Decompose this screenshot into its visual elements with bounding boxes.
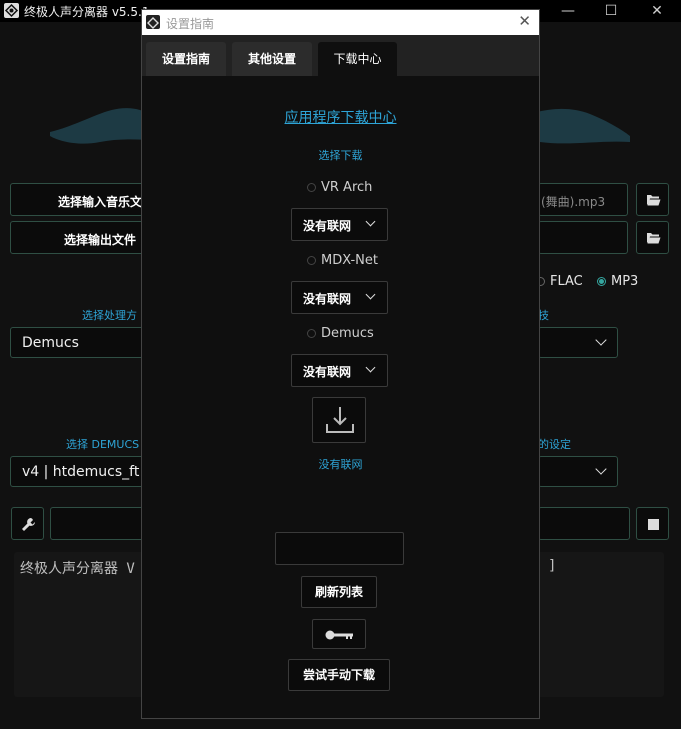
demucs-model-value: v4 | htdemucs_ft (22, 464, 140, 480)
model-demucs-label: Demucs (321, 326, 374, 341)
right-option-select[interactable] (538, 327, 618, 358)
input-path-field[interactable]: (舞曲).mp3 (538, 183, 628, 216)
right-settings-select[interactable] (538, 456, 618, 487)
settings-dialog: 设置指南 ✕ 设置指南 其他设置 下载中心 应用程序下载中心 选择下载 VR A… (141, 9, 540, 719)
model-demucs-radio[interactable]: Demucs (307, 326, 374, 341)
format-mp3-radio[interactable]: MP3 (597, 274, 638, 289)
stop-button[interactable] (636, 507, 669, 540)
select-input-label: 选择输入音乐文 (58, 195, 143, 209)
settings-wrench-button[interactable] (11, 507, 44, 540)
console-bracket: ] (549, 558, 555, 574)
dialog-app-icon (146, 15, 160, 29)
download-center-heading[interactable]: 应用程序下载中心 (142, 107, 539, 127)
wrench-icon (22, 518, 35, 531)
dialog-title: 设置指南 (166, 17, 215, 31)
manual-download-button[interactable]: 尝试手动下载 (288, 659, 390, 691)
select-download-label: 选择下载 (318, 149, 363, 162)
tab-setup-guide[interactable]: 设置指南 (146, 42, 226, 76)
dialog-tabbar: 设置指南 其他设置 下载中心 (142, 35, 539, 76)
select-output-button[interactable]: 选择输出文件 (10, 221, 145, 254)
radio-icon (307, 329, 316, 338)
download-button[interactable] (312, 397, 366, 443)
format-flac-radio[interactable]: FLAC (536, 274, 583, 289)
chevron-down-icon (595, 334, 607, 346)
input-folder-button[interactable] (636, 183, 669, 216)
demucs-model-label: 选择 DEMUCS (66, 438, 140, 451)
progress-field-left (50, 507, 145, 540)
app-logo-icon (4, 3, 19, 18)
output-path-field[interactable] (538, 221, 628, 254)
model-mdx-net-label: MDX-Net (321, 253, 378, 268)
process-method-select[interactable]: Demucs (10, 327, 145, 358)
demucs-model-select[interactable]: v4 | htdemucs_ft (10, 456, 145, 487)
model-vr-arch-label: VR Arch (321, 180, 373, 195)
mdx-net-status: 没有联网 (303, 292, 352, 306)
main-window-title: 终极人声分离器 v5.5.1 (24, 5, 150, 19)
radio-icon (307, 256, 316, 265)
tab-other-settings[interactable]: 其他设置 (232, 42, 312, 76)
vr-arch-status: 没有联网 (303, 219, 352, 233)
minimize-button[interactable]: — (545, 0, 591, 22)
radio-selected-icon (597, 277, 606, 286)
chevron-down-icon (365, 289, 376, 300)
input-path-text: (舞曲).mp3 (541, 195, 606, 209)
dialog-titlebar: 设置指南 ✕ (142, 10, 539, 35)
vr-arch-model-select[interactable]: 没有联网 (291, 208, 388, 241)
refresh-list-button[interactable]: 刷新列表 (301, 576, 377, 608)
stop-icon (648, 519, 659, 530)
key-icon (325, 630, 353, 640)
format-mp3-label: MP3 (611, 274, 639, 289)
tab-download-center[interactable]: 下载中心 (318, 42, 397, 76)
console-text: 终极人声分离器 V (20, 561, 135, 577)
maximize-button[interactable]: ☐ (588, 0, 634, 22)
chevron-down-icon (365, 216, 376, 227)
chevron-down-icon (595, 463, 607, 475)
key-button[interactable] (312, 619, 366, 649)
progress-field-right (538, 507, 630, 540)
close-button[interactable]: ✕ (634, 0, 680, 22)
download-code-input[interactable] (275, 532, 404, 565)
model-mdx-net-radio[interactable]: MDX-Net (307, 253, 378, 268)
radio-icon (307, 183, 316, 192)
select-output-label: 选择输出文件 (64, 233, 137, 247)
mdx-net-model-select[interactable]: 没有联网 (291, 281, 388, 314)
download-icon (326, 407, 354, 433)
format-flac-label: FLAC (550, 274, 583, 289)
download-status-label: 没有联网 (318, 458, 363, 471)
folder-open-icon (647, 233, 661, 244)
folder-open-icon (647, 195, 661, 206)
right-settings-label: 的设定 (538, 438, 571, 451)
select-input-button[interactable]: 选择输入音乐文 (10, 183, 145, 216)
process-method-value: Demucs (22, 335, 79, 351)
dialog-close-button[interactable]: ✕ (518, 12, 531, 30)
model-vr-arch-radio[interactable]: VR Arch (307, 180, 372, 195)
output-folder-button[interactable] (636, 221, 669, 254)
demucs-model-download-select[interactable]: 没有联网 (291, 354, 388, 387)
demucs-status: 没有联网 (303, 365, 352, 379)
chevron-down-icon (365, 362, 376, 373)
process-method-label: 选择处理方 (82, 309, 137, 322)
